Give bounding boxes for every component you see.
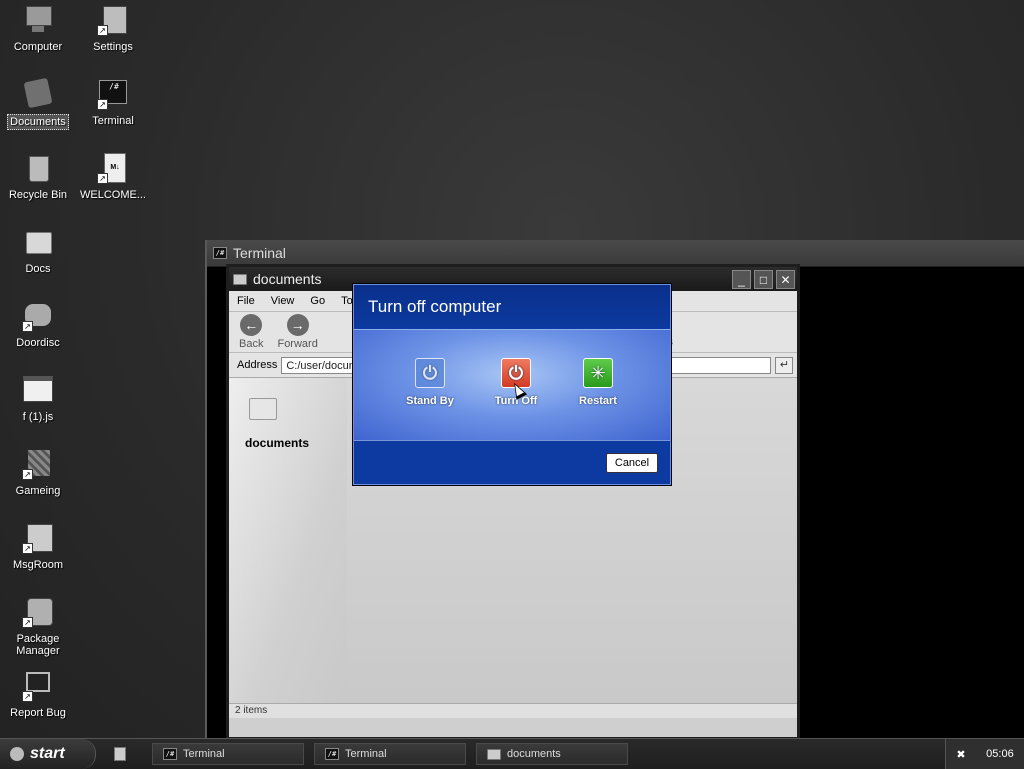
folder-icon (233, 273, 247, 285)
task-label: Terminal (183, 748, 225, 760)
desktop-icon-label: Documents (7, 114, 69, 130)
desktop-icon-doordisc[interactable]: ↗ Doordisc (2, 300, 74, 350)
taskbar-item-documents[interactable]: documents (476, 743, 628, 765)
settings-icon: ↗ (97, 4, 129, 36)
explorer-title: documents (253, 271, 322, 287)
desktop-icon-welcome[interactable]: M↓ ↗ WELCOME... (77, 152, 149, 202)
desktop-icon-label: Recycle Bin (8, 189, 68, 201)
desktop-icon-msgroom[interactable]: ↗ MsgRoom (2, 522, 74, 572)
folder-name: documents (245, 436, 310, 450)
clock: 05:06 (986, 748, 1014, 760)
arrow-left-icon: ← (240, 314, 263, 336)
desktop-icon-label: Doordisc (16, 337, 60, 349)
desktop-icon-docs[interactable]: Docs (2, 226, 74, 276)
game-icon: ↗ (22, 448, 54, 480)
computer-icon (22, 4, 54, 36)
taskbar-item-terminal[interactable]: /# Terminal (314, 743, 466, 765)
restart-icon: ✳ (583, 358, 613, 388)
system-tray: ✖ 05:06 (945, 739, 1024, 769)
start-button[interactable]: start (0, 739, 96, 769)
recycle-bin-icon (22, 152, 54, 184)
desktop-icon-terminal[interactable]: /# ↗ Terminal (77, 78, 149, 128)
desktop-icon-label: Docs (25, 263, 51, 275)
dialog-footer: Cancel (354, 441, 670, 485)
close-button[interactable]: ✕ (776, 269, 795, 289)
desktop-icon-label: Package Manager (16, 633, 60, 657)
desktop-icon-gameing[interactable]: ↗ Gameing (2, 448, 74, 498)
desktop-icon-computer[interactable]: Computer (2, 4, 74, 54)
restart-button[interactable]: ✳ Restart (560, 358, 636, 407)
terminal-icon: /# (213, 247, 227, 259)
menu-go[interactable]: Go (310, 295, 325, 307)
restart-label: Restart (579, 395, 617, 407)
start-logo-icon (10, 747, 24, 761)
back-label: Back (239, 338, 264, 350)
desktop-icon-recycle-bin[interactable]: Recycle Bin (2, 152, 74, 202)
tray-close-icon[interactable]: ✖ (956, 748, 965, 761)
discord-icon: ↗ (22, 300, 54, 332)
menu-file[interactable]: File (237, 295, 255, 307)
menu-tools[interactable]: To (341, 295, 353, 307)
js-file-icon (22, 374, 54, 406)
stand-by-label: Stand By (406, 395, 454, 407)
desktop-icon-documents[interactable]: Documents (2, 77, 74, 130)
dialog-title: Turn off computer (354, 285, 670, 329)
terminal-title-bar[interactable]: /# Terminal (207, 240, 1024, 267)
menu-view[interactable]: View (271, 295, 295, 307)
cancel-button[interactable]: Cancel (606, 453, 658, 473)
markdown-file-icon: M↓ ↗ (97, 152, 129, 184)
taskbar-item-terminal[interactable]: /# Terminal (152, 743, 304, 765)
terminal-title: Terminal (233, 245, 286, 261)
back-button[interactable]: ← Back (239, 314, 263, 350)
desktop-icon-label: Gameing (15, 485, 61, 497)
desktop-icon-label: MsgRoom (12, 559, 64, 571)
folder-icon (487, 748, 501, 760)
terminal-icon: /# (163, 748, 177, 760)
terminal-icon: /# (325, 748, 339, 760)
forward-label: Forward (277, 338, 318, 350)
taskbar: start /# Terminal /# Terminal documents … (0, 738, 1024, 769)
minimize-button[interactable]: _ (732, 269, 751, 289)
desktop-icon-label: WELCOME... (79, 189, 146, 201)
forward-button[interactable]: → Forward (277, 314, 318, 350)
msgroom-icon: ↗ (22, 522, 54, 554)
desktop-icon-label: Settings (93, 41, 133, 53)
desktop-icon-f1js[interactable]: f (1).js (2, 374, 74, 424)
power-icon: ⏻ (415, 358, 445, 388)
desktop-icon-label: Report Bug (10, 707, 66, 719)
task-label: documents (507, 748, 561, 760)
report-bug-icon: ↗ (22, 670, 54, 702)
task-label: Terminal (345, 748, 387, 760)
package-manager-icon: ↗ (22, 596, 54, 628)
maximize-button[interactable]: □ (754, 269, 773, 289)
documents-icon (22, 77, 54, 110)
terminal-icon: /# ↗ (97, 78, 129, 110)
desktop-icon-settings[interactable]: ↗ Settings (77, 4, 149, 54)
desktop-icon-label: Terminal (92, 115, 134, 127)
desktop-icon-report-bug[interactable]: ↗ Report Bug (2, 670, 74, 720)
folder-info-panel: documents (229, 378, 347, 718)
desktop-icon-package-manager[interactable]: ↗ Package Manager (2, 596, 74, 658)
stand-by-button[interactable]: ⏻ Stand By (392, 358, 468, 407)
status-bar: 2 items (229, 703, 797, 718)
arrow-right-icon: → (286, 314, 309, 336)
desktop-icon-label: Computer (13, 41, 63, 53)
go-button[interactable]: ↵ (775, 356, 794, 374)
folder-icon (249, 398, 277, 420)
start-label: start (30, 745, 65, 762)
quick-launch-icon[interactable] (114, 747, 126, 761)
folder-icon (22, 226, 54, 258)
address-label: Address (237, 359, 278, 371)
desktop-icon-label: f (1).js (22, 411, 54, 423)
